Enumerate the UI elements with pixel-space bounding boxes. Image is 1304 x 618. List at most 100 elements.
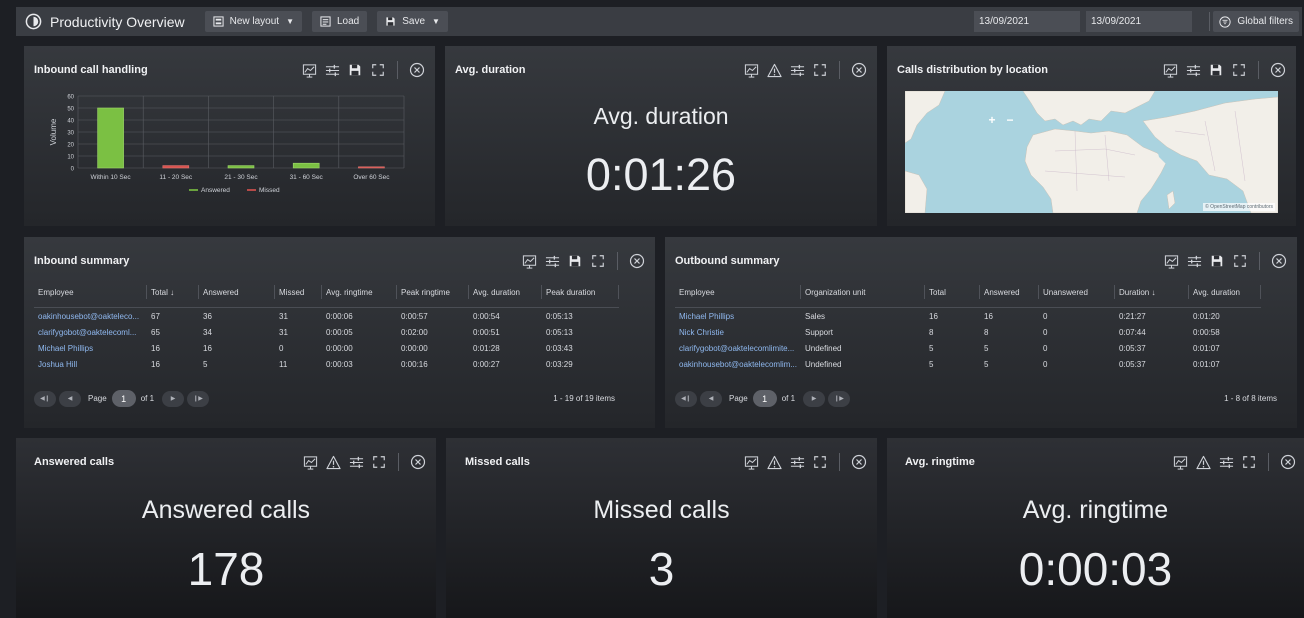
close-widget-button[interactable] [629, 253, 645, 269]
fullscreen-button[interactable] [371, 454, 387, 470]
panel-title: Inbound call handling [34, 64, 148, 76]
column-header[interactable]: Total ↓ [147, 281, 199, 303]
save-widget-button[interactable] [567, 253, 583, 269]
table-cell: 0:01:28 [473, 344, 500, 353]
close-widget-button[interactable] [851, 454, 867, 470]
close-circle-icon [629, 253, 645, 269]
employee-link[interactable]: Michael Phillips [34, 344, 147, 353]
save-layout-button[interactable]: Save ▼ [377, 11, 448, 32]
table-cell: 34 [203, 328, 212, 337]
page-input[interactable]: 1 [111, 390, 136, 407]
table-cell: 5 [203, 360, 208, 369]
chart-type-button[interactable] [521, 253, 537, 269]
column-header[interactable]: Avg. ringtime [322, 281, 397, 303]
table-cell: 0:00:58 [1193, 328, 1220, 337]
save-widget-button[interactable] [347, 62, 363, 78]
fullscreen-button[interactable] [1232, 253, 1248, 269]
map-zoom-out-button[interactable]: − [1001, 112, 1019, 128]
settings-button[interactable] [544, 253, 560, 269]
column-header[interactable]: Peak duration [542, 281, 619, 303]
column-header[interactable]: Avg. duration [1189, 281, 1261, 303]
chart-type-button[interactable] [1162, 62, 1178, 78]
settings-button[interactable] [1185, 62, 1201, 78]
table-row[interactable]: oakinhousebot@oakteleco... 67 36 31 0:00:06 0… [34, 309, 619, 324]
settings-button[interactable] [789, 454, 805, 470]
employee-link[interactable]: oakinhousebot@oakteleco... [34, 312, 147, 321]
employee-link[interactable]: clarifygobot@oaktelecomlimite... [675, 344, 801, 353]
settings-button[interactable] [1218, 454, 1234, 470]
table-row[interactable]: clarifygobot@oaktelecomlimite... Undefine… [675, 341, 1261, 356]
load-button[interactable]: Load [311, 11, 368, 32]
chart-type-button[interactable] [1163, 253, 1179, 269]
first-page-button[interactable]: ◀❙ [34, 390, 56, 407]
table-row[interactable]: Michael Phillips 16 16 0 0:00:00 0:00:00 0:01:… [34, 341, 619, 356]
global-filters-button[interactable]: Global filters [1213, 11, 1299, 32]
alert-button[interactable] [766, 62, 782, 78]
next-page-button[interactable]: ▶ [803, 390, 826, 407]
settings-button[interactable] [324, 62, 340, 78]
kpi-value: 178 [187, 543, 265, 595]
employee-link[interactable]: Nick Christie [675, 328, 801, 337]
column-header[interactable]: Missed [275, 281, 322, 303]
column-header[interactable]: Total [925, 281, 980, 303]
prev-page-button[interactable]: ◀ [700, 390, 722, 407]
last-page-button[interactable]: ❙▶ [187, 390, 210, 407]
date-to-input[interactable]: 13/09/2021 [1086, 11, 1192, 32]
table-cell: 0:00:27 [473, 360, 500, 369]
column-header[interactable]: Organization unit [801, 281, 925, 303]
settings-button[interactable] [789, 62, 805, 78]
fullscreen-button[interactable] [812, 62, 828, 78]
table-row[interactable]: oakinhousebot@oaktelecomlim... Undefined 5… [675, 357, 1261, 372]
new-layout-button[interactable]: New layout ▼ [204, 11, 302, 32]
chart-type-button[interactable] [743, 62, 759, 78]
employee-link[interactable]: oakinhousebot@oaktelecomlim... [675, 360, 801, 369]
prev-page-button[interactable]: ◀ [59, 390, 81, 407]
last-page-button[interactable]: ❙▶ [828, 390, 851, 407]
column-header[interactable]: Answered [980, 281, 1039, 303]
close-widget-button[interactable] [1280, 454, 1296, 470]
map-zoom-in-button[interactable]: + [983, 112, 1001, 128]
fullscreen-button[interactable] [370, 62, 386, 78]
fullscreen-button[interactable] [1241, 454, 1257, 470]
first-page-button[interactable]: ◀❙ [675, 390, 697, 407]
fullscreen-button[interactable] [812, 454, 828, 470]
alert-button[interactable] [1195, 454, 1211, 470]
column-header[interactable]: Employee [675, 281, 801, 303]
map-attribution[interactable]: © OpenStreetMap contributors [1203, 203, 1275, 211]
employee-link[interactable]: Joshua Hill [34, 360, 147, 369]
employee-link[interactable]: Michael Phillips [675, 312, 801, 321]
column-header[interactable]: Employee [34, 281, 147, 303]
fullscreen-button[interactable] [1231, 62, 1247, 78]
close-widget-button[interactable] [1270, 62, 1286, 78]
fullscreen-button[interactable] [590, 253, 606, 269]
close-widget-button[interactable] [410, 454, 426, 470]
table-row[interactable]: Michael Phillips Sales 16 16 0 0:21:27 0:01:20 [675, 309, 1261, 324]
employee-link[interactable]: clarifygobot@oaktelecoml... [34, 328, 147, 337]
chart-type-button[interactable] [1172, 454, 1188, 470]
date-from-input[interactable]: 13/09/2021 [974, 11, 1080, 32]
table-row[interactable]: Joshua Hill 16 5 11 0:00:03 0:00:16 0:00:27 0:0… [34, 357, 619, 372]
close-widget-button[interactable] [409, 62, 425, 78]
column-header[interactable]: Avg. duration [469, 281, 542, 303]
column-header[interactable]: Answered [199, 281, 275, 303]
alert-button[interactable] [766, 454, 782, 470]
save-widget-button[interactable] [1208, 62, 1224, 78]
table-row[interactable]: Nick Christie Support 8 8 0 0:07:44 0:00:58 [675, 325, 1261, 340]
table-row[interactable]: clarifygobot@oaktelecoml... 65 34 31 0:00:05… [34, 325, 619, 340]
chart-type-button[interactable] [301, 62, 317, 78]
close-widget-button[interactable] [1271, 253, 1287, 269]
location-map[interactable]: + − © OpenStreetMap contributors [905, 91, 1278, 213]
save-widget-button[interactable] [1209, 253, 1225, 269]
settings-button[interactable] [1186, 253, 1202, 269]
chart-type-button[interactable] [302, 454, 318, 470]
settings-button[interactable] [348, 454, 364, 470]
column-header[interactable]: Duration ↓ [1115, 281, 1189, 303]
next-page-button[interactable]: ▶ [162, 390, 185, 407]
chart-type-button[interactable] [743, 454, 759, 470]
column-header[interactable]: Unanswered [1039, 281, 1115, 303]
table-cell: 16 [929, 312, 938, 321]
alert-button[interactable] [325, 454, 341, 470]
page-input[interactable]: 1 [752, 390, 777, 407]
close-widget-button[interactable] [851, 62, 867, 78]
column-header[interactable]: Peak ringtime [397, 281, 469, 303]
